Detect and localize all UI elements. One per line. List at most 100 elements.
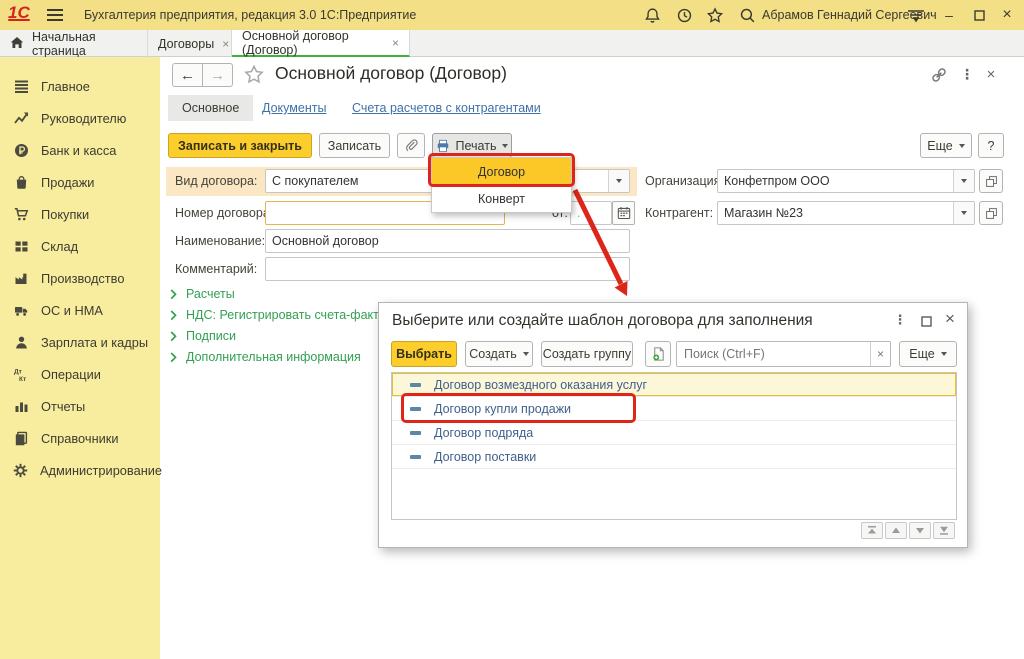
list-item-work-contract[interactable]: Договор подряда [392, 421, 956, 445]
trend-up-icon [13, 111, 29, 126]
truck-icon [13, 303, 29, 318]
sidebar-item-purchases[interactable]: Покупки [0, 198, 160, 230]
sidebar-item-directories[interactable]: Справочники [0, 422, 160, 454]
counterparty-open-button[interactable] [979, 201, 1003, 225]
nav-tab-settlement-accounts[interactable]: Счета расчетов с контрагентами [352, 101, 541, 115]
sidebar-item-fixed-assets[interactable]: ОС и НМА [0, 294, 160, 326]
organization-input[interactable] [718, 170, 953, 192]
svg-text:Кт: Кт [19, 376, 26, 382]
main-menu-icon[interactable] [44, 5, 66, 25]
app-window: 1С Бухгалтерия предприятия, редакция 3.0… [0, 0, 1024, 659]
tab-close-icon[interactable]: × [222, 37, 229, 51]
section-settlements[interactable]: Расчеты [170, 287, 235, 301]
chevron-right-icon [170, 310, 178, 321]
section-additional-info[interactable]: Дополнительная информация [170, 350, 361, 364]
open-item-icon [985, 175, 998, 188]
service-menu-icon[interactable] [905, 5, 927, 25]
chevron-down-icon [502, 144, 508, 148]
dialog-maximize-icon[interactable] [918, 313, 934, 329]
dialog-select-button[interactable]: Выбрать [391, 341, 457, 367]
sidebar-item-operations[interactable]: ДтКт Операции [0, 358, 160, 390]
section-signatures[interactable]: Подписи [170, 329, 236, 343]
tab-close-icon[interactable]: × [392, 36, 399, 50]
section-vat[interactable]: НДС: Регистрировать счета-фактур [170, 308, 392, 322]
factory-icon [13, 271, 29, 286]
go-down-button[interactable] [909, 522, 931, 539]
counterparty-input[interactable] [718, 202, 953, 224]
gear-icon [13, 463, 28, 478]
date-input[interactable] [570, 201, 612, 225]
list-item-sale-contract[interactable]: Договор купли продажи [392, 397, 956, 421]
dialog-close-icon[interactable]: × [942, 310, 958, 328]
combo-dropdown-icon[interactable] [953, 202, 974, 224]
close-window-button[interactable]: × [996, 5, 1018, 25]
person-icon [13, 335, 29, 350]
tab-home[interactable]: Начальная страница [0, 30, 148, 57]
search-input[interactable] [677, 342, 870, 366]
print-menu-item-envelope[interactable]: Конверт [432, 185, 571, 212]
favorites-star-icon[interactable] [704, 5, 726, 25]
more-dots-icon[interactable]: ⋮ [960, 65, 974, 83]
list-item-services-contract[interactable]: Договор возмездного оказания услуг [392, 373, 956, 397]
combo-dropdown-icon[interactable] [608, 170, 629, 192]
maximize-button[interactable] [968, 5, 990, 25]
print-menu-item-contract[interactable]: Договор [432, 158, 571, 185]
close-form-icon[interactable]: × [984, 65, 998, 83]
forward-button[interactable]: → [202, 63, 233, 87]
organization-combo[interactable] [717, 169, 975, 193]
more-button[interactable]: Еще [920, 133, 972, 158]
dialog-load-file-button[interactable] [645, 341, 671, 367]
search-clear-icon[interactable]: × [870, 342, 890, 366]
print-menu: Договор Конверт [431, 157, 572, 213]
go-up-button[interactable] [885, 522, 907, 539]
sidebar-item-manager[interactable]: Руководителю [0, 102, 160, 134]
organization-open-button[interactable] [979, 169, 1003, 193]
template-list: Договор возмездного оказания услуг Догов… [391, 372, 957, 520]
sidebar-item-sales[interactable]: Продажи [0, 166, 160, 198]
dialog-create-group-button[interactable]: Создать группу [541, 341, 633, 367]
nav-tab-documents[interactable]: Документы [262, 101, 326, 115]
save-button[interactable]: Записать [319, 133, 390, 158]
app-title: Бухгалтерия предприятия, редакция 3.0 1С… [84, 8, 416, 22]
combo-dropdown-icon[interactable] [953, 170, 974, 192]
print-button[interactable]: Печать [432, 133, 512, 158]
comment-label: Комментарий: [175, 262, 257, 276]
tabbar: Начальная страница Договоры × Основной д… [0, 30, 1024, 57]
help-button[interactable]: ? [978, 133, 1004, 158]
notifications-bell-icon[interactable] [641, 5, 663, 25]
link-icon[interactable] [930, 66, 948, 84]
counterparty-label: Контрагент: [645, 206, 713, 220]
counterparty-combo[interactable] [717, 201, 975, 225]
sidebar-item-warehouse[interactable]: Склад [0, 230, 160, 262]
sidebar-item-production[interactable]: Производство [0, 262, 160, 294]
books-icon [13, 431, 29, 446]
go-first-button[interactable] [861, 522, 883, 539]
attach-button[interactable] [397, 133, 425, 158]
search-icon[interactable] [736, 5, 758, 25]
list-item-supply-contract[interactable]: Договор поставки [392, 445, 956, 469]
save-close-button[interactable]: Записать и закрыть [168, 133, 312, 158]
back-button[interactable]: ← [172, 63, 203, 87]
dialog-more-button[interactable]: Еще [899, 341, 957, 367]
item-dash-icon [410, 383, 421, 387]
sidebar-item-main[interactable]: Главное [0, 70, 160, 102]
tab-contracts[interactable]: Договоры × [148, 30, 232, 57]
history-icon[interactable] [673, 5, 695, 25]
minimize-button[interactable]: – [938, 5, 960, 25]
dialog-more-dots-icon[interactable]: ⋮ [892, 311, 908, 329]
tab-main-contract[interactable]: Основной договор (Договор) × [232, 30, 410, 57]
nav-tab-main[interactable]: Основное [168, 95, 253, 121]
sidebar-item-payroll-hr[interactable]: Зарплата и кадры [0, 326, 160, 358]
dialog-search-field[interactable]: × [676, 341, 891, 367]
calendar-button[interactable] [612, 201, 635, 225]
comment-input[interactable] [265, 257, 630, 281]
favorite-star-icon[interactable] [243, 64, 265, 85]
sidebar-item-reports[interactable]: Отчеты [0, 390, 160, 422]
go-last-button[interactable] [933, 522, 955, 539]
sidebar-item-bank-cash[interactable]: Банк и касса [0, 134, 160, 166]
name-input[interactable] [265, 229, 630, 253]
dialog-create-button[interactable]: Создать [465, 341, 533, 367]
sidebar-item-administration[interactable]: Администрирование [0, 454, 160, 486]
paperclip-icon [404, 138, 418, 153]
sidebar: Главное Руководителю Банк и касса Продаж… [0, 57, 160, 659]
